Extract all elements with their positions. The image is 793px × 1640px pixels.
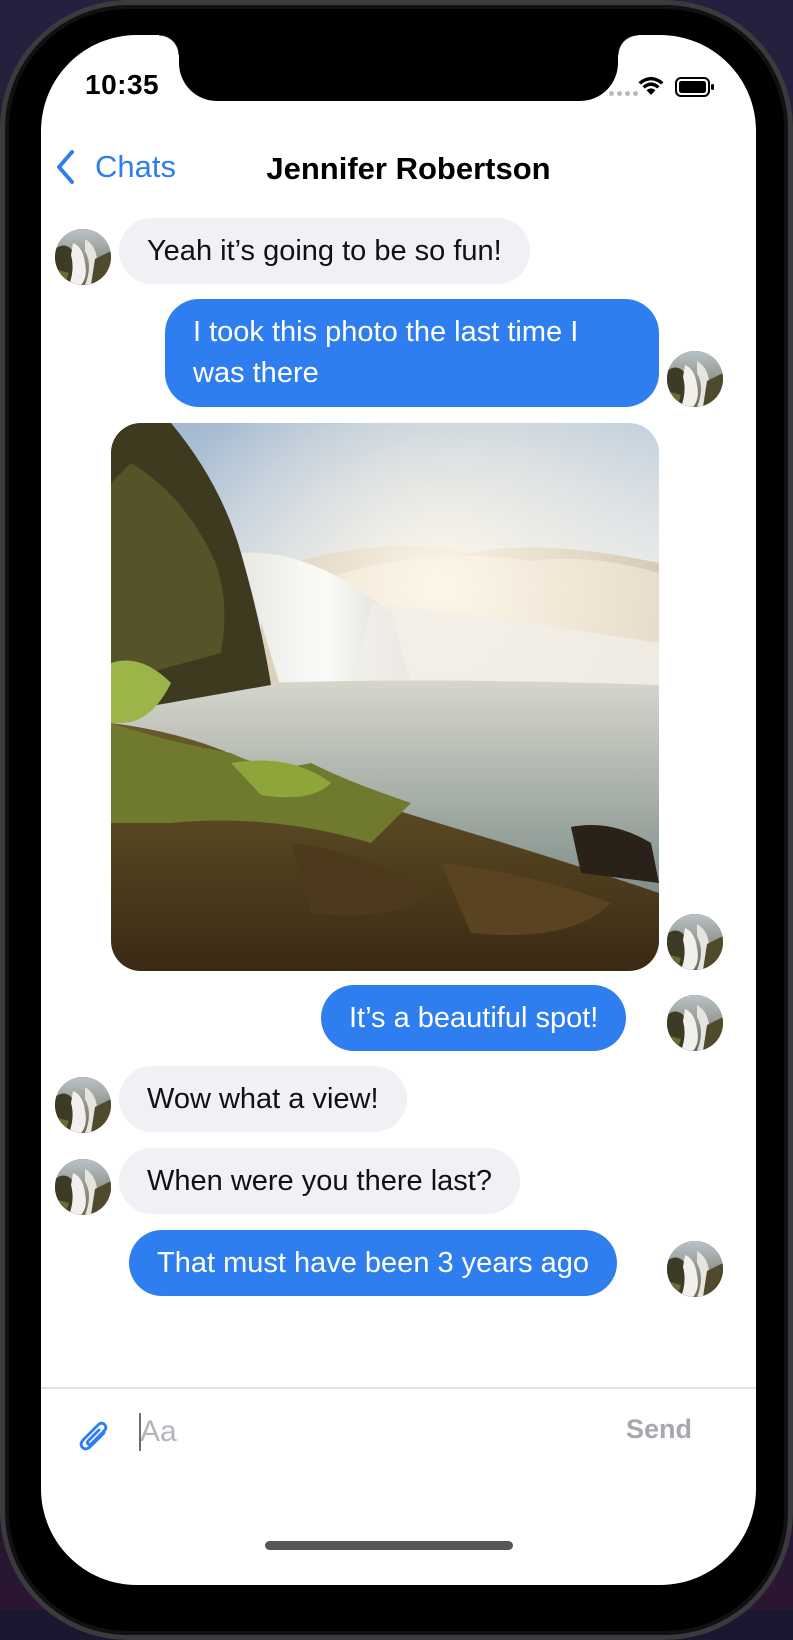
device-notch (159, 35, 638, 101)
user-avatar[interactable] (667, 995, 723, 1051)
message-bubble-outgoing[interactable]: I took this photo the last time I was th… (165, 299, 659, 407)
message-bubble-incoming[interactable]: Wow what a view! (119, 1066, 407, 1132)
paperclip-icon[interactable] (77, 1418, 111, 1456)
message-bubble-incoming[interactable]: Yeah it’s going to be so fun! (119, 218, 530, 284)
send-button[interactable]: Send (626, 1414, 692, 1445)
user-avatar[interactable] (667, 914, 723, 970)
waterfall-landscape-photo[interactable] (111, 423, 659, 971)
contact-avatar[interactable] (55, 229, 111, 285)
conversation-title: Jennifer Robertson (266, 151, 551, 186)
composer-divider (41, 1387, 756, 1389)
message-input[interactable] (137, 1409, 600, 1455)
message-bubble-incoming[interactable]: When were you there last? (119, 1148, 520, 1214)
user-avatar[interactable] (667, 351, 723, 407)
status-time: 10:35 (85, 69, 160, 100)
contact-avatar[interactable] (55, 1159, 111, 1215)
message-bubble-outgoing[interactable]: It’s a beautiful spot! (321, 985, 627, 1051)
message-bubble-outgoing[interactable]: That must have been 3 years ago (129, 1230, 618, 1296)
cellular-dots-icon (609, 91, 638, 96)
battery-icon (675, 77, 714, 97)
contact-avatar[interactable] (55, 1077, 111, 1133)
text-cursor (139, 1413, 141, 1451)
chat-screen: 10:35 Chats Jennifer Robertson Yeah it’s… (41, 35, 756, 1585)
navigation-bar: Chats Jennifer Robertson (41, 135, 756, 205)
home-indicator[interactable] (265, 1541, 513, 1550)
user-avatar[interactable] (667, 1241, 723, 1297)
wifi-icon (638, 76, 664, 95)
